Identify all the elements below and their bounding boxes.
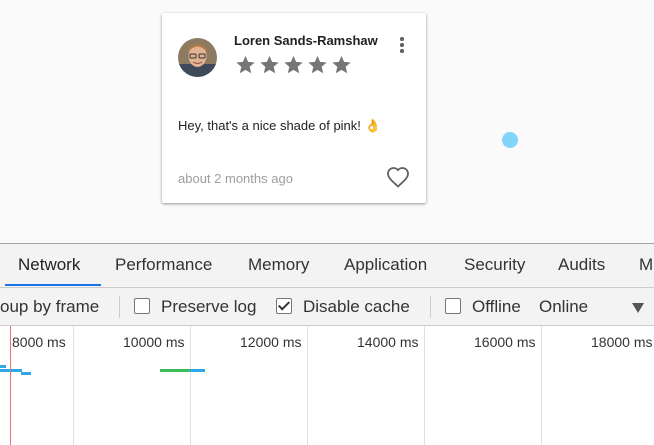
more-options-button[interactable]: [395, 35, 409, 55]
disable-cache-checkbox[interactable]: [276, 298, 292, 314]
timeline-request-bar: [160, 369, 190, 372]
timeline-tick-label: 18000 ms: [591, 334, 653, 350]
more-vert-icon: [400, 43, 404, 47]
star-icon[interactable]: [330, 54, 353, 76]
avatar[interactable]: [178, 38, 217, 77]
tab-performance[interactable]: Performance: [115, 244, 212, 286]
timeline-request-bar: [0, 365, 6, 368]
offline-label[interactable]: Offline: [472, 288, 521, 325]
timeline-tick-label: 10000 ms: [123, 334, 185, 350]
tab-network[interactable]: Network: [18, 244, 80, 286]
page: Loren Sands-Ramshaw Hey, that's a nice s…: [0, 0, 654, 445]
devtools-tabbar: Network Performance Memory Application S…: [0, 244, 654, 288]
preserve-log-checkbox[interactable]: [134, 298, 150, 314]
toolbar-divider: [430, 296, 431, 318]
touch-cursor-indicator: [502, 132, 518, 148]
timeline-request-bar: [190, 369, 205, 372]
active-tab-indicator: [5, 284, 101, 286]
star-icon[interactable]: [258, 54, 281, 76]
network-toolbar: oup by frame Preserve log Disable cache …: [0, 288, 654, 326]
avatar-image: [178, 38, 217, 77]
timeline-gridline: [73, 326, 74, 445]
star-rating: [234, 54, 353, 76]
tab-audits[interactable]: Audits: [558, 244, 605, 286]
timeline-gridline: [541, 326, 542, 445]
tab-application[interactable]: Application: [344, 244, 427, 286]
review-text: Hey, that's a nice shade of pink! 👌: [178, 118, 381, 133]
network-timeline: 8000 ms 10000 ms 12000 ms 14000 ms 16000…: [0, 326, 654, 445]
tab-more[interactable]: M: [639, 244, 653, 286]
toolbar-divider: [119, 296, 120, 318]
timeline-tick-label: 8000 ms: [12, 334, 66, 350]
review-card: Loren Sands-Ramshaw Hey, that's a nice s…: [162, 13, 426, 203]
timeline-gridline: [307, 326, 308, 445]
star-icon[interactable]: [306, 54, 329, 76]
offline-checkbox[interactable]: [445, 298, 461, 314]
preserve-log-label[interactable]: Preserve log: [161, 288, 256, 325]
throttling-select[interactable]: Online: [539, 288, 588, 325]
star-icon[interactable]: [234, 54, 257, 76]
timeline-tick-label: 14000 ms: [357, 334, 419, 350]
timeline-gridline: [424, 326, 425, 445]
timeline-load-marker: [10, 326, 11, 445]
heart-outline-icon: [387, 167, 409, 188]
tab-memory[interactable]: Memory: [248, 244, 309, 286]
timeline-tick-label: 16000 ms: [474, 334, 536, 350]
reviewer-name: Loren Sands-Ramshaw: [234, 33, 378, 48]
star-icon[interactable]: [282, 54, 305, 76]
group-by-frame-label[interactable]: oup by frame: [0, 288, 99, 325]
review-timestamp: about 2 months ago: [178, 171, 293, 186]
more-vert-icon: [400, 49, 404, 53]
more-vert-icon: [400, 37, 404, 41]
devtools-panel: Network Performance Memory Application S…: [0, 243, 654, 445]
timeline-tick-label: 12000 ms: [240, 334, 302, 350]
chevron-down-icon[interactable]: [632, 303, 644, 313]
timeline-request-bar: [21, 372, 31, 375]
disable-cache-label[interactable]: Disable cache: [303, 288, 410, 325]
timeline-request-bar: [0, 369, 22, 372]
timeline-gridline: [190, 326, 191, 445]
tab-security[interactable]: Security: [464, 244, 525, 286]
favorite-button[interactable]: [386, 166, 410, 188]
